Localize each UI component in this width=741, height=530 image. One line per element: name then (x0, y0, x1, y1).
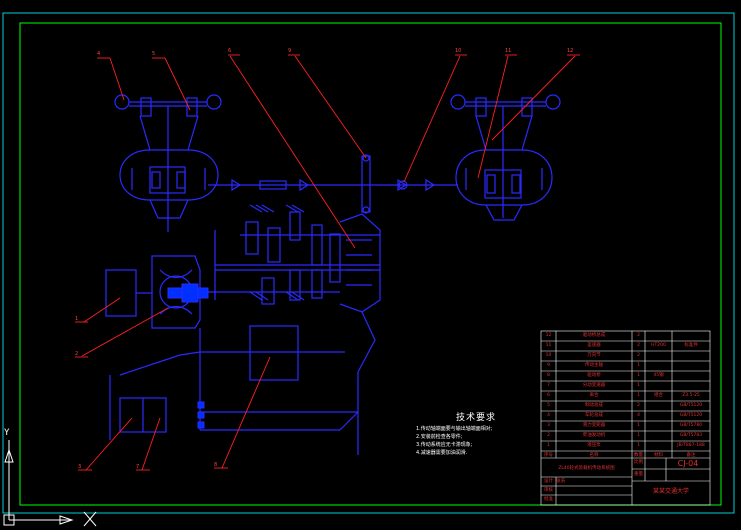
filled-parts (167, 283, 209, 429)
callout-label: 3 (78, 464, 81, 470)
bom-material: 45钢 (653, 373, 664, 378)
callout-label: 4 (97, 51, 100, 57)
callout-label: 11 (505, 48, 511, 54)
bom-header-name: 名称 (589, 453, 599, 458)
notes-title: 技术要求 (455, 413, 496, 423)
bom-qty: 1 (637, 423, 640, 428)
right-axle (450, 94, 561, 221)
bom-qty: 2 (637, 333, 640, 338)
bom-name: 驱动桥总成 (582, 333, 606, 338)
callout-label: 10 (455, 48, 461, 54)
designer-name: 张浩 (556, 479, 565, 484)
bom-name: 离合 (589, 393, 599, 398)
left-wheel-left (114, 94, 130, 110)
bom-no: 8 (547, 373, 550, 378)
callout-label: 8 (214, 462, 217, 468)
bom-name: 差速器 (587, 343, 601, 348)
bom-qty: 1 (637, 433, 640, 438)
bom-note: GB/T5120 (679, 413, 703, 418)
bom-no: 9 (547, 363, 550, 368)
callout-numbers: 4 5 6 9 10 11 12 1 2 3 7 8 (75, 48, 573, 470)
bom-no: 3 (547, 423, 550, 428)
note-line: 3.传动系统应无卡滞现象; (416, 442, 473, 448)
drawing-title: ZL40轮式装载机传动系统图 (558, 466, 615, 471)
bom-no: 6 (547, 393, 550, 398)
note-line: 4.减速器需要加油润滑. (416, 450, 468, 456)
label-scale: 比例 (634, 460, 643, 465)
label-approve: 批准 (544, 497, 553, 502)
callout-label: 5 (152, 51, 155, 57)
left-axle (114, 94, 222, 232)
bom-qty: 2 (637, 343, 640, 348)
bom-note: GB/T5120 (679, 403, 703, 408)
bom-name: 传动主轴 (585, 363, 603, 368)
title-block: 12 驱动桥总成 2 11 差速器 2 HT200 标准件 10 万向节 2 9 传动主轴 1 8 驱动桥 1 4… (541, 331, 710, 505)
callout-label: 12 (567, 48, 573, 54)
bom-note: JB/T887-188 (677, 443, 705, 448)
right-wheel-left (450, 94, 466, 110)
bom-no: 4 (547, 413, 550, 418)
ucs-y-label: Y (4, 428, 10, 438)
bom-qty: 2 (637, 353, 640, 358)
bom-name: 制动总成 (585, 403, 603, 408)
engine-box (249, 325, 299, 381)
bom-no: 11 (545, 343, 552, 348)
left-wheel-right (206, 94, 222, 110)
right-wheel-right (545, 94, 561, 110)
note-line: 1.传动轴端面要与输出轴端面相对; (416, 426, 493, 432)
bom-qty: 1 (637, 393, 640, 398)
callout-label: 7 (136, 464, 139, 470)
school-name: 某某交通大学 (652, 488, 689, 495)
bom-note: GB/T5783 (679, 433, 703, 438)
bom-qty: 4 (637, 413, 640, 418)
leaders (75, 54, 580, 471)
bom-no: 2 (547, 433, 550, 438)
bom-qty: 1 (637, 373, 640, 378)
bom-name: 车轮总成 (585, 413, 603, 418)
bom-no: 7 (547, 383, 550, 388)
label-weight: 重量 (634, 472, 643, 477)
callout-label: 1 (75, 316, 78, 322)
bom-note: 标准件 (684, 343, 698, 348)
mechanism (105, 94, 561, 455)
bom-name: 万向节 (587, 353, 601, 358)
callout-label: 6 (228, 48, 231, 54)
pump-box (105, 269, 137, 317)
bom-no: 10 (545, 353, 552, 358)
bom-name: 柴油发动机 (582, 433, 606, 438)
bom-name: 液力变矩器 (582, 423, 606, 428)
bom-no: 12 (545, 333, 552, 338)
bom-material: 组合 (654, 393, 663, 398)
callout-label: 9 (288, 48, 291, 54)
bom-header-no: 序号 (544, 453, 553, 458)
bom-name: 液压泵 (587, 443, 601, 448)
callout-label: 2 (75, 351, 78, 357)
note-line: 2.安装前检查各零件; (416, 434, 463, 440)
bom-qty: 2 (637, 403, 640, 408)
bom-no: 5 (547, 403, 550, 408)
drawing-number: CJ-04 (677, 459, 699, 468)
bom-name: 驱动桥 (587, 373, 601, 378)
bom-qty: 1 (637, 383, 640, 388)
bom-note: GB/T5780 (679, 423, 703, 428)
bom-qty: 1 (637, 443, 640, 448)
bom-qty: 1 (637, 363, 640, 368)
technical-requirements: 技术要求 1.传动轴端面要与输出轴端面相对; 2.安装前检查各零件; 3.传动系… (416, 410, 536, 457)
bom-note: Z3.5-25 (682, 393, 700, 398)
bom-no: 1 (547, 443, 550, 448)
bom-material: HT200 (651, 343, 666, 348)
bom-name: 分动变速器 (582, 383, 606, 388)
